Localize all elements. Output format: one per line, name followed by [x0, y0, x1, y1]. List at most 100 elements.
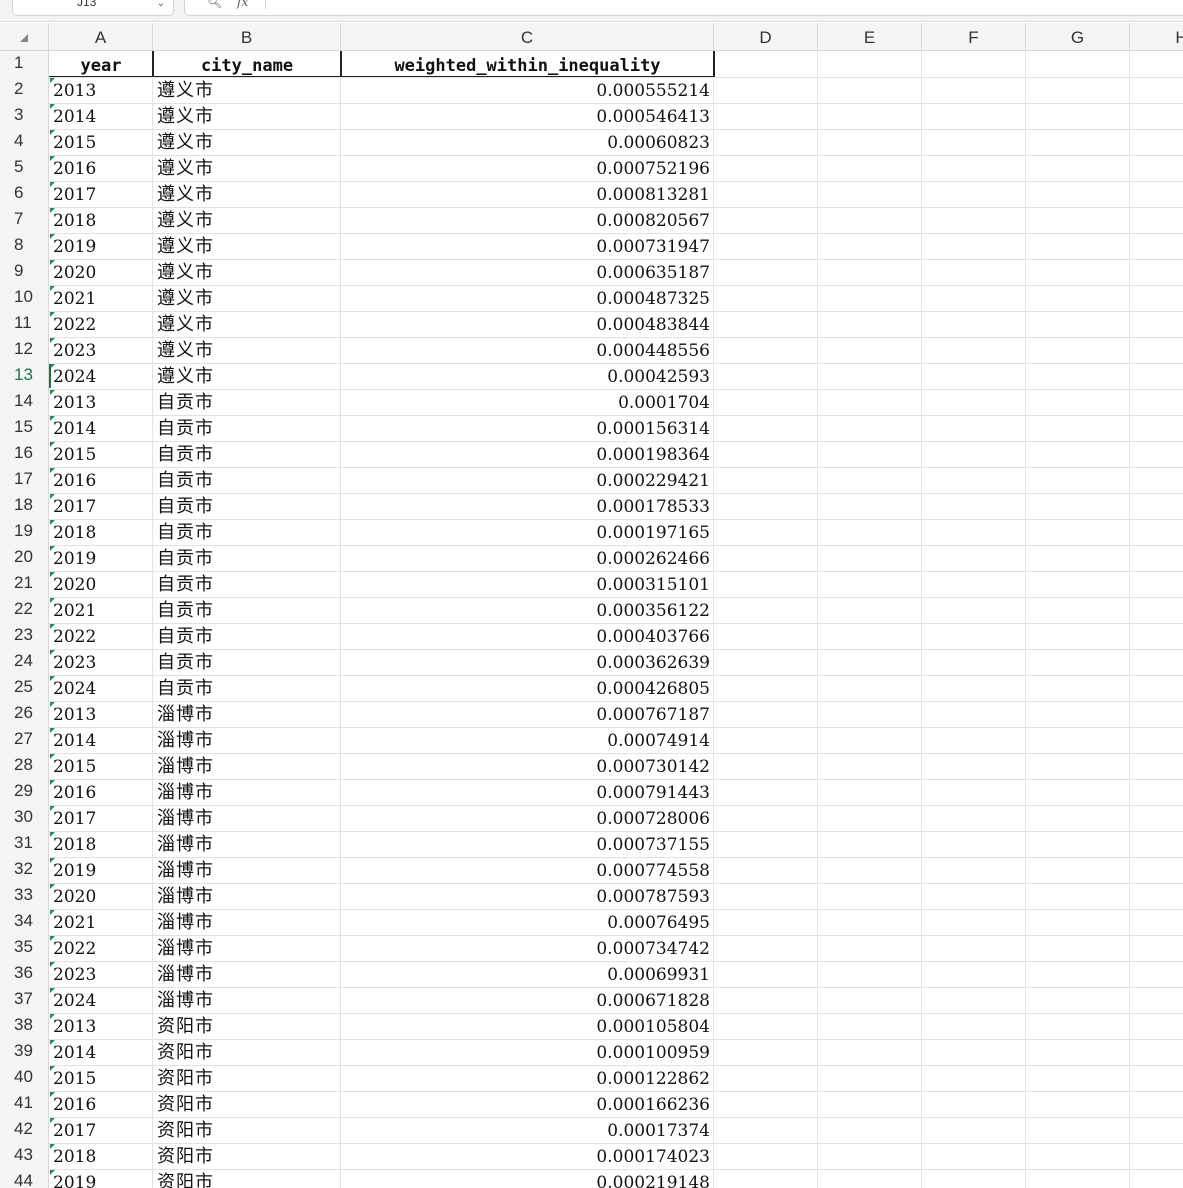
year-cell[interactable]: 2014 — [49, 415, 153, 441]
year-cell[interactable]: 2019 — [49, 233, 153, 259]
row-number-43[interactable]: 43 — [0, 1143, 49, 1169]
text-number-indicator-icon[interactable] — [50, 1144, 55, 1149]
column-header-b[interactable]: B — [153, 23, 341, 51]
city-name-cell[interactable]: 资阳市 — [153, 1169, 341, 1188]
year-cell[interactable]: 2023 — [49, 961, 153, 987]
text-number-indicator-icon[interactable] — [50, 468, 55, 473]
city-name-cell[interactable]: 自贡市 — [153, 675, 341, 701]
city-name-cell[interactable]: 遵义市 — [153, 285, 341, 311]
text-number-indicator-icon[interactable] — [50, 598, 55, 603]
city-name-cell[interactable]: 自贡市 — [153, 441, 341, 467]
inequality-value-cell[interactable]: 0.000483844 — [341, 311, 714, 337]
header-cell-value[interactable]: weighted_within_inequality — [341, 51, 714, 77]
year-cell[interactable]: 2016 — [49, 155, 153, 181]
text-number-indicator-icon[interactable] — [50, 1040, 55, 1045]
city-name-cell[interactable]: 淄博市 — [153, 727, 341, 753]
city-name-cell[interactable]: 淄博市 — [153, 701, 341, 727]
inequality-value-cell[interactable]: 0.000546413 — [341, 103, 714, 129]
city-name-cell[interactable]: 资阳市 — [153, 1091, 341, 1117]
year-cell[interactable]: 2022 — [49, 935, 153, 961]
row-number-3[interactable]: 3 — [0, 103, 49, 129]
inequality-value-cell[interactable]: 0.000791443 — [341, 779, 714, 805]
year-cell[interactable]: 2017 — [49, 805, 153, 831]
row-number-11[interactable]: 11 — [0, 311, 49, 337]
text-number-indicator-icon[interactable] — [50, 702, 55, 707]
row-number-24[interactable]: 24 — [0, 649, 49, 675]
text-number-indicator-icon[interactable] — [50, 312, 55, 317]
inequality-value-cell[interactable]: 0.00060823 — [341, 129, 714, 155]
row-number-10[interactable]: 10 — [0, 285, 49, 311]
inequality-value-cell[interactable]: 0.000752196 — [341, 155, 714, 181]
inequality-value-cell[interactable]: 0.0001704 — [341, 389, 714, 415]
year-cell[interactable]: 2018 — [49, 519, 153, 545]
city-name-cell[interactable]: 遵义市 — [153, 311, 341, 337]
city-name-cell[interactable]: 自贡市 — [153, 415, 341, 441]
year-cell[interactable]: 2013 — [49, 77, 153, 103]
inequality-value-cell[interactable]: 0.000105804 — [341, 1013, 714, 1039]
row-number-13[interactable]: 13 — [0, 363, 49, 389]
row-number-28[interactable]: 28 — [0, 753, 49, 779]
select-all-triangle-icon[interactable] — [20, 34, 28, 42]
row-number-30[interactable]: 30 — [0, 805, 49, 831]
inequality-value-cell[interactable]: 0.000767187 — [341, 701, 714, 727]
inequality-value-cell[interactable]: 0.000178533 — [341, 493, 714, 519]
row-number-31[interactable]: 31 — [0, 831, 49, 857]
text-number-indicator-icon[interactable] — [50, 1170, 55, 1175]
text-number-indicator-icon[interactable] — [50, 650, 55, 655]
row-number-12[interactable]: 12 — [0, 337, 49, 363]
column-header-g[interactable]: G — [1026, 23, 1130, 51]
row-number-34[interactable]: 34 — [0, 909, 49, 935]
city-name-cell[interactable]: 遵义市 — [153, 181, 341, 207]
inequality-value-cell[interactable]: 0.000635187 — [341, 259, 714, 285]
text-number-indicator-icon[interactable] — [50, 624, 55, 629]
row-number-42[interactable]: 42 — [0, 1117, 49, 1143]
inequality-value-cell[interactable]: 0.000787593 — [341, 883, 714, 909]
inequality-value-cell[interactable]: 0.000731947 — [341, 233, 714, 259]
inequality-value-cell[interactable]: 0.00042593 — [341, 363, 714, 389]
row-number-38[interactable]: 38 — [0, 1013, 49, 1039]
city-name-cell[interactable]: 淄博市 — [153, 987, 341, 1013]
row-number-33[interactable]: 33 — [0, 883, 49, 909]
text-number-indicator-icon[interactable] — [50, 832, 55, 837]
city-name-cell[interactable]: 自贡市 — [153, 467, 341, 493]
city-name-cell[interactable]: 淄博市 — [153, 857, 341, 883]
fx-icon[interactable]: fx — [237, 0, 248, 9]
column-header-h[interactable]: H — [1130, 23, 1183, 51]
year-cell[interactable]: 2019 — [49, 857, 153, 883]
year-cell[interactable]: 2023 — [49, 649, 153, 675]
text-number-indicator-icon[interactable] — [50, 416, 55, 421]
inequality-value-cell[interactable]: 0.000100959 — [341, 1039, 714, 1065]
city-name-cell[interactable]: 自贡市 — [153, 571, 341, 597]
year-cell[interactable]: 2013 — [49, 701, 153, 727]
year-cell[interactable]: 2015 — [49, 753, 153, 779]
inequality-value-cell[interactable]: 0.000555214 — [341, 77, 714, 103]
city-name-cell[interactable]: 自贡市 — [153, 623, 341, 649]
text-number-indicator-icon[interactable] — [50, 520, 55, 525]
year-cell[interactable]: 2024 — [49, 675, 153, 701]
city-name-cell[interactable]: 淄博市 — [153, 961, 341, 987]
year-cell[interactable]: 2021 — [49, 285, 153, 311]
year-cell[interactable]: 2021 — [49, 597, 153, 623]
row-number-39[interactable]: 39 — [0, 1039, 49, 1065]
city-name-cell[interactable]: 遵义市 — [153, 103, 341, 129]
year-cell[interactable]: 2016 — [49, 1091, 153, 1117]
inequality-value-cell[interactable]: 0.000229421 — [341, 467, 714, 493]
inequality-value-cell[interactable]: 0.000671828 — [341, 987, 714, 1013]
row-number-9[interactable]: 9 — [0, 259, 49, 285]
text-number-indicator-icon[interactable] — [50, 780, 55, 785]
inequality-value-cell[interactable]: 0.000198364 — [341, 441, 714, 467]
inequality-value-cell[interactable]: 0.000122862 — [341, 1065, 714, 1091]
row-number-26[interactable]: 26 — [0, 701, 49, 727]
year-cell[interactable]: 2014 — [49, 103, 153, 129]
row-number-7[interactable]: 7 — [0, 207, 49, 233]
year-cell[interactable]: 2013 — [49, 1013, 153, 1039]
text-number-indicator-icon[interactable] — [50, 156, 55, 161]
text-number-indicator-icon[interactable] — [50, 338, 55, 343]
city-name-cell[interactable]: 资阳市 — [153, 1039, 341, 1065]
text-number-indicator-icon[interactable] — [50, 286, 55, 291]
inequality-value-cell[interactable]: 0.000820567 — [341, 207, 714, 233]
year-cell[interactable]: 2017 — [49, 493, 153, 519]
row-number-8[interactable]: 8 — [0, 233, 49, 259]
city-name-cell[interactable]: 淄博市 — [153, 805, 341, 831]
year-cell[interactable]: 2022 — [49, 311, 153, 337]
